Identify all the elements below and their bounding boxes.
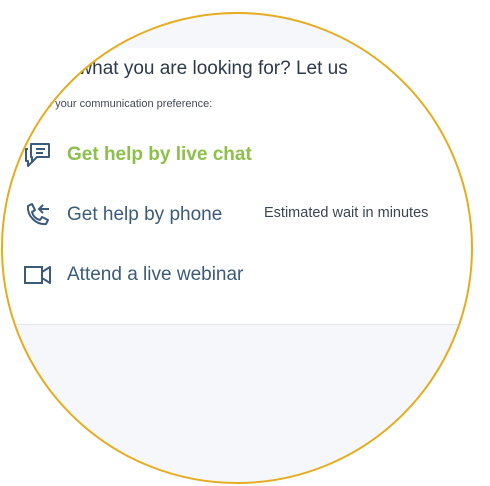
top-bar — [1, 12, 473, 49]
webinar-label: Attend a live webinar — [67, 264, 244, 285]
help-options-panel: nd what you are looking for? Let us e yo… — [1, 48, 473, 324]
video-camera-icon — [21, 260, 55, 290]
webinar-option[interactable]: Attend a live webinar — [21, 260, 243, 290]
phone-option[interactable]: Get help by phone — [21, 200, 222, 230]
live-chat-label: Get help by live chat — [67, 144, 252, 165]
phone-label: Get help by phone — [67, 204, 223, 225]
chat-bubble-icon — [21, 140, 55, 170]
estimated-wait-text: Estimated wait in minutes — [264, 205, 429, 221]
phone-icon — [21, 200, 55, 230]
live-chat-option[interactable]: Get help by live chat — [21, 140, 252, 170]
communication-preference-label: e your communication preference: — [46, 98, 213, 110]
magnifier-lens: nd what you are looking for? Let us e yo… — [1, 12, 473, 484]
panel-headline: nd what you are looking for? Let us — [52, 58, 348, 79]
bottom-gray-area — [1, 324, 473, 484]
